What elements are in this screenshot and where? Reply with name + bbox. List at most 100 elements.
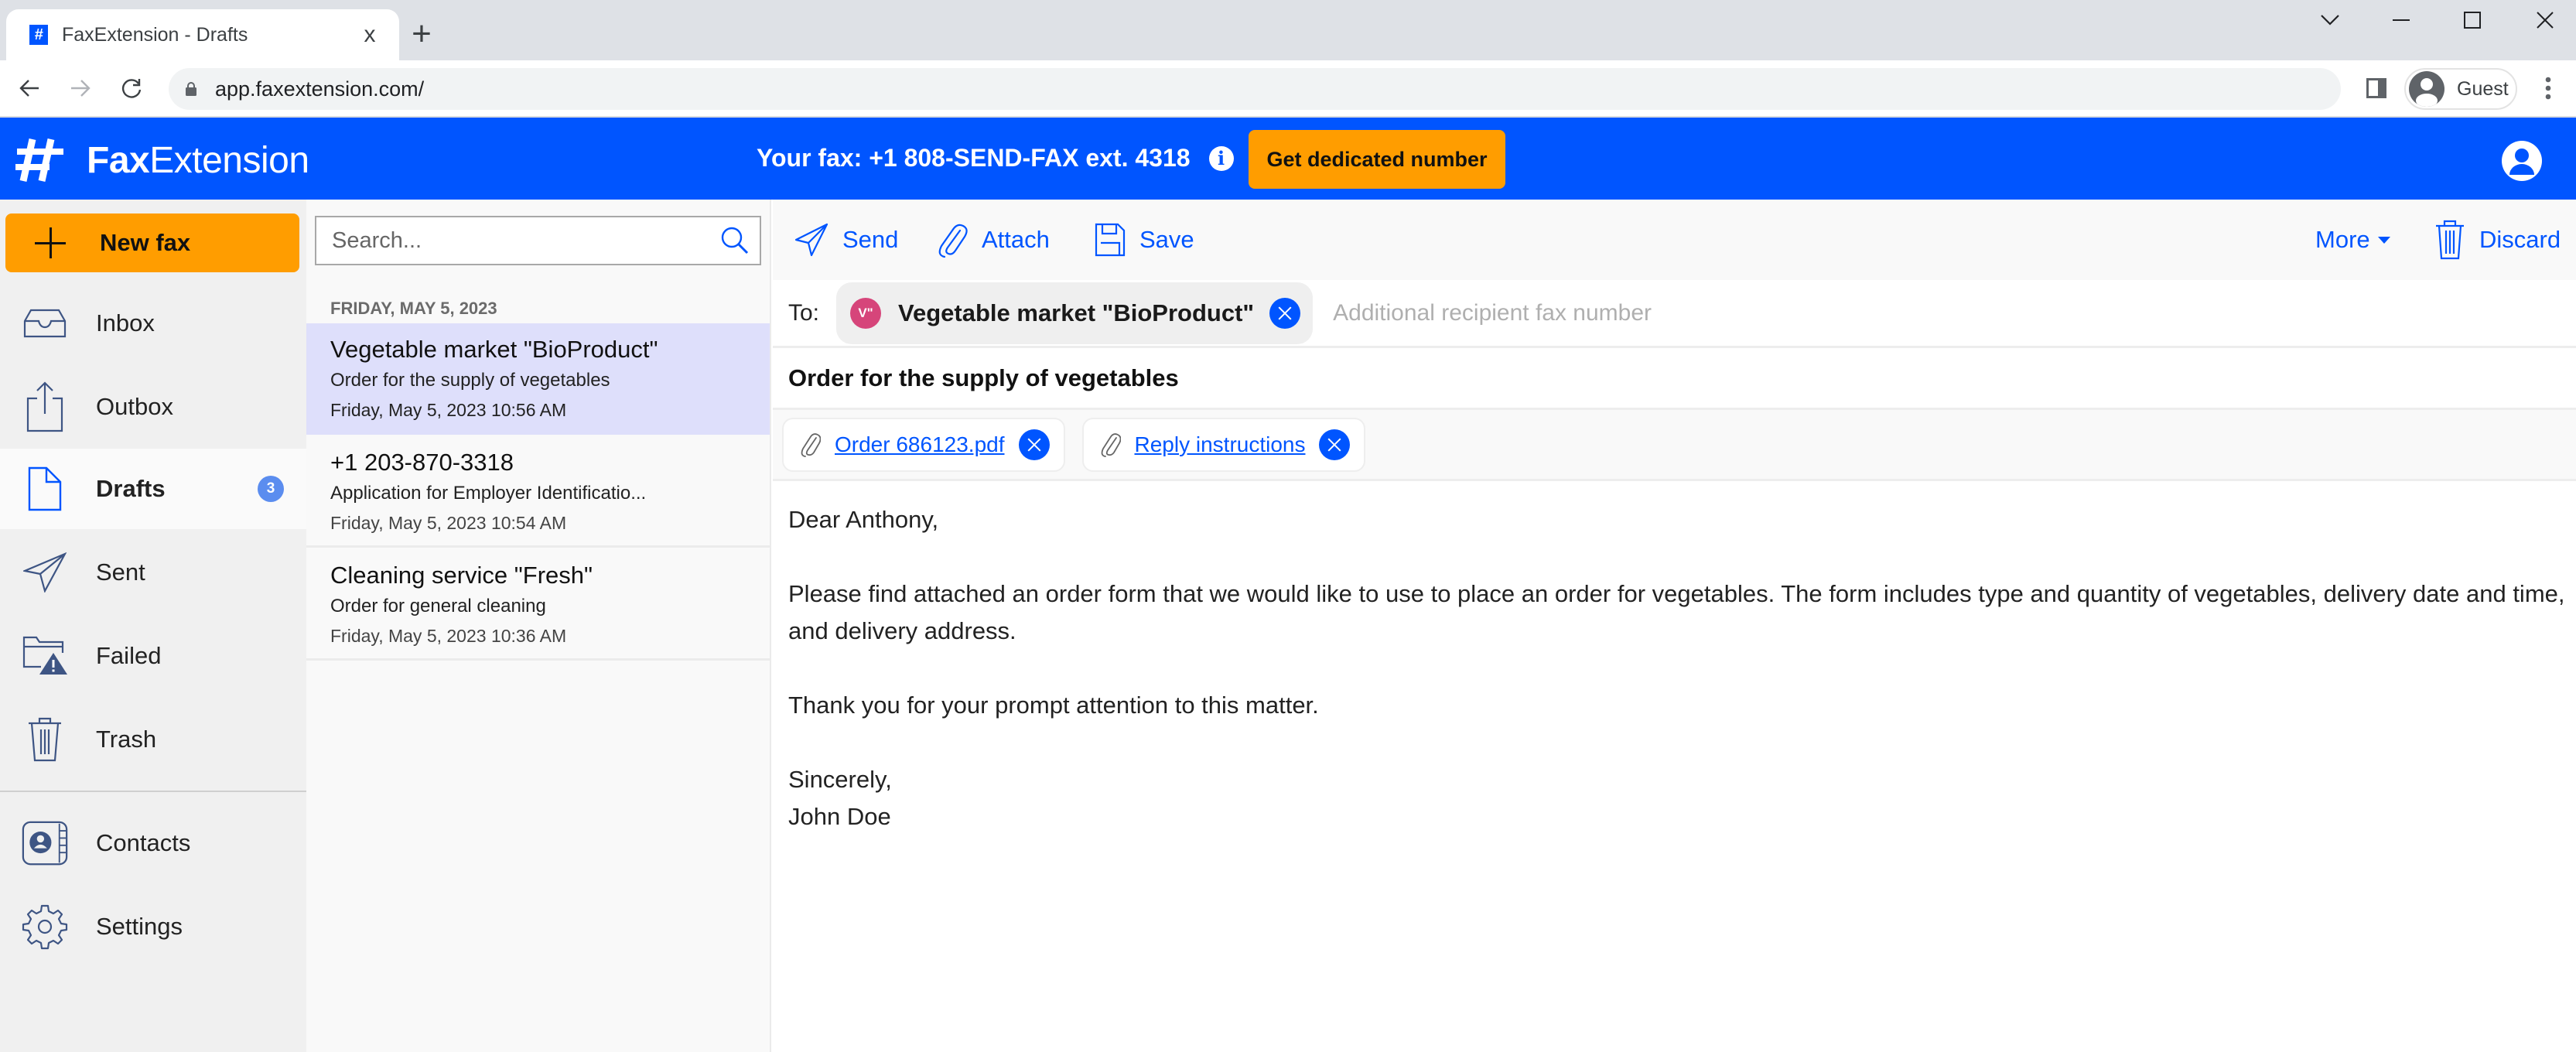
attachment-link[interactable]: Order 686123.pdf xyxy=(835,432,1005,457)
discard-label: Discard xyxy=(2479,226,2561,253)
side-panel-button[interactable] xyxy=(2361,73,2392,104)
recipient-name: Vegetable market "BioProduct" xyxy=(898,299,1255,326)
list-item[interactable]: Cleaning service "Fresh" Order for gener… xyxy=(306,549,770,661)
reload-button[interactable] xyxy=(116,73,147,104)
minimize-icon xyxy=(2393,19,2410,21)
sidebar-item-failed[interactable]: Failed xyxy=(0,616,306,696)
close-icon xyxy=(2537,12,2554,29)
maximize-button[interactable] xyxy=(2449,5,2496,36)
sidebar-item-label: Contacts xyxy=(96,829,191,856)
app-logo[interactable]: FaxExtension xyxy=(14,138,309,183)
recipients-row: To: V" Vegetable market "BioProduct" xyxy=(773,280,2576,348)
recipient-avatar: V" xyxy=(850,297,882,329)
account-avatar-button[interactable] xyxy=(2502,141,2542,181)
browser-tab[interactable]: # FaxExtension - Drafts x xyxy=(6,9,399,60)
sidebar: New fax Inbox Outbox Drafts 3 Sent Faile… xyxy=(0,200,306,1052)
draft-icon xyxy=(22,466,68,512)
contacts-book-icon xyxy=(22,820,68,866)
arrow-right-icon xyxy=(71,80,91,97)
message-body-editor[interactable]: Dear Anthony, Please find attached an or… xyxy=(788,501,2567,835)
more-menu-button[interactable]: More xyxy=(2315,218,2390,261)
send-icon xyxy=(794,223,828,257)
hash-logo-icon xyxy=(15,138,63,182)
search-icon[interactable] xyxy=(719,225,750,256)
to-label: To: xyxy=(788,299,820,326)
sidebar-item-contacts[interactable]: Contacts xyxy=(0,803,306,883)
profile-button[interactable]: Guest xyxy=(2404,68,2517,110)
list-item[interactable]: Vegetable market "BioProduct" Order for … xyxy=(306,323,770,435)
fax-number-text: Your fax: +1 808-SEND-FAX ext. 4318 xyxy=(757,144,1191,172)
remove-attachment-button[interactable] xyxy=(1319,429,1351,460)
kebab-menu-icon xyxy=(2545,77,2551,100)
new-fax-button[interactable]: New fax xyxy=(5,213,299,272)
paperclip-icon xyxy=(938,224,968,258)
search-box[interactable] xyxy=(315,216,761,265)
tab-close-button[interactable]: x xyxy=(356,21,384,49)
item-title: Cleaning service "Fresh" xyxy=(330,562,593,589)
attachment-link[interactable]: Reply instructions xyxy=(1135,432,1306,457)
sidebar-item-settings[interactable]: Settings xyxy=(0,886,306,967)
item-subject: Order for the supply of vegetables xyxy=(330,370,610,391)
sidebar-item-trash[interactable]: Trash xyxy=(0,699,306,780)
compose-pane: Send Attach Save More Discard To: V" Veg… xyxy=(773,200,2576,1052)
remove-recipient-button[interactable] xyxy=(1269,297,1301,329)
sidebar-item-sent[interactable]: Sent xyxy=(0,532,306,613)
recipient-chip[interactable]: V" Vegetable market "BioProduct" xyxy=(836,282,1314,344)
tab-search-button[interactable] xyxy=(2307,5,2353,36)
browser-menu-button[interactable] xyxy=(2533,73,2564,104)
send-label: Send xyxy=(842,226,899,253)
send-button[interactable]: Send xyxy=(794,218,898,261)
outbox-icon xyxy=(22,381,68,432)
attach-label: Attach xyxy=(982,226,1050,253)
attachment-chip: Order 686123.pdf xyxy=(782,417,1065,472)
sidebar-item-label: Inbox xyxy=(96,309,155,336)
chevron-down-icon xyxy=(2321,15,2339,26)
paperclip-icon xyxy=(801,432,821,457)
sidebar-item-label: Outbox xyxy=(96,393,173,420)
date-group-header: FRIDAY, MAY 5, 2023 xyxy=(330,299,497,318)
info-icon[interactable]: i xyxy=(1208,145,1234,171)
get-dedicated-number-button[interactable]: Get dedicated number xyxy=(1249,130,1505,189)
compose-toolbar: Send Attach Save More Discard xyxy=(773,200,2576,280)
folder-warning-icon xyxy=(22,633,68,679)
close-window-button[interactable] xyxy=(2522,5,2568,36)
paperclip-icon xyxy=(1101,432,1121,457)
new-tab-button[interactable]: + xyxy=(402,17,441,51)
discard-button[interactable]: Discard xyxy=(2434,218,2561,261)
forward-button[interactable] xyxy=(65,73,96,104)
back-button[interactable] xyxy=(14,73,45,104)
additional-recipient-input[interactable] xyxy=(1333,299,1875,326)
body-closing: Sincerely, xyxy=(788,766,892,793)
remove-attachment-button[interactable] xyxy=(1018,429,1050,460)
save-button[interactable]: Save xyxy=(1095,218,1194,261)
arrow-left-icon xyxy=(19,80,39,97)
favicon-icon: # xyxy=(29,25,48,45)
inbox-icon xyxy=(22,300,68,347)
url-text: app.faxextension.com/ xyxy=(215,77,425,101)
minimize-button[interactable] xyxy=(2378,5,2424,36)
paper-plane-icon xyxy=(22,549,68,596)
browser-tab-bar: # FaxExtension - Drafts x + xyxy=(0,0,2576,60)
search-input[interactable] xyxy=(332,227,719,254)
trash-icon xyxy=(2436,220,2464,260)
sidebar-item-label: Sent xyxy=(96,558,145,586)
address-bar[interactable]: app.faxextension.com/ xyxy=(169,68,2341,110)
item-title: +1 203-870-3318 xyxy=(330,449,514,476)
item-timestamp: Friday, May 5, 2023 10:54 AM xyxy=(330,513,567,533)
body-thanks: Thank you for your prompt attention to t… xyxy=(788,692,1319,719)
subject-input[interactable] xyxy=(788,364,2490,392)
sidebar-divider xyxy=(0,791,306,792)
tab-title: FaxExtension - Drafts xyxy=(62,23,248,46)
plus-icon xyxy=(35,227,66,258)
user-icon xyxy=(2509,149,2534,175)
profile-name: Guest xyxy=(2457,77,2509,100)
sidebar-item-outbox[interactable]: Outbox xyxy=(0,367,306,447)
maximize-icon xyxy=(2464,12,2481,29)
sidebar-item-inbox[interactable]: Inbox xyxy=(0,283,306,364)
item-timestamp: Friday, May 5, 2023 10:36 AM xyxy=(330,626,567,646)
attach-button[interactable]: Attach xyxy=(937,218,1050,261)
sidebar-item-drafts[interactable]: Drafts 3 xyxy=(0,449,306,529)
floppy-disk-icon xyxy=(1095,223,1126,257)
list-item[interactable]: +1 203-870-3318 Application for Employer… xyxy=(306,436,770,548)
new-fax-label: New fax xyxy=(100,229,191,256)
